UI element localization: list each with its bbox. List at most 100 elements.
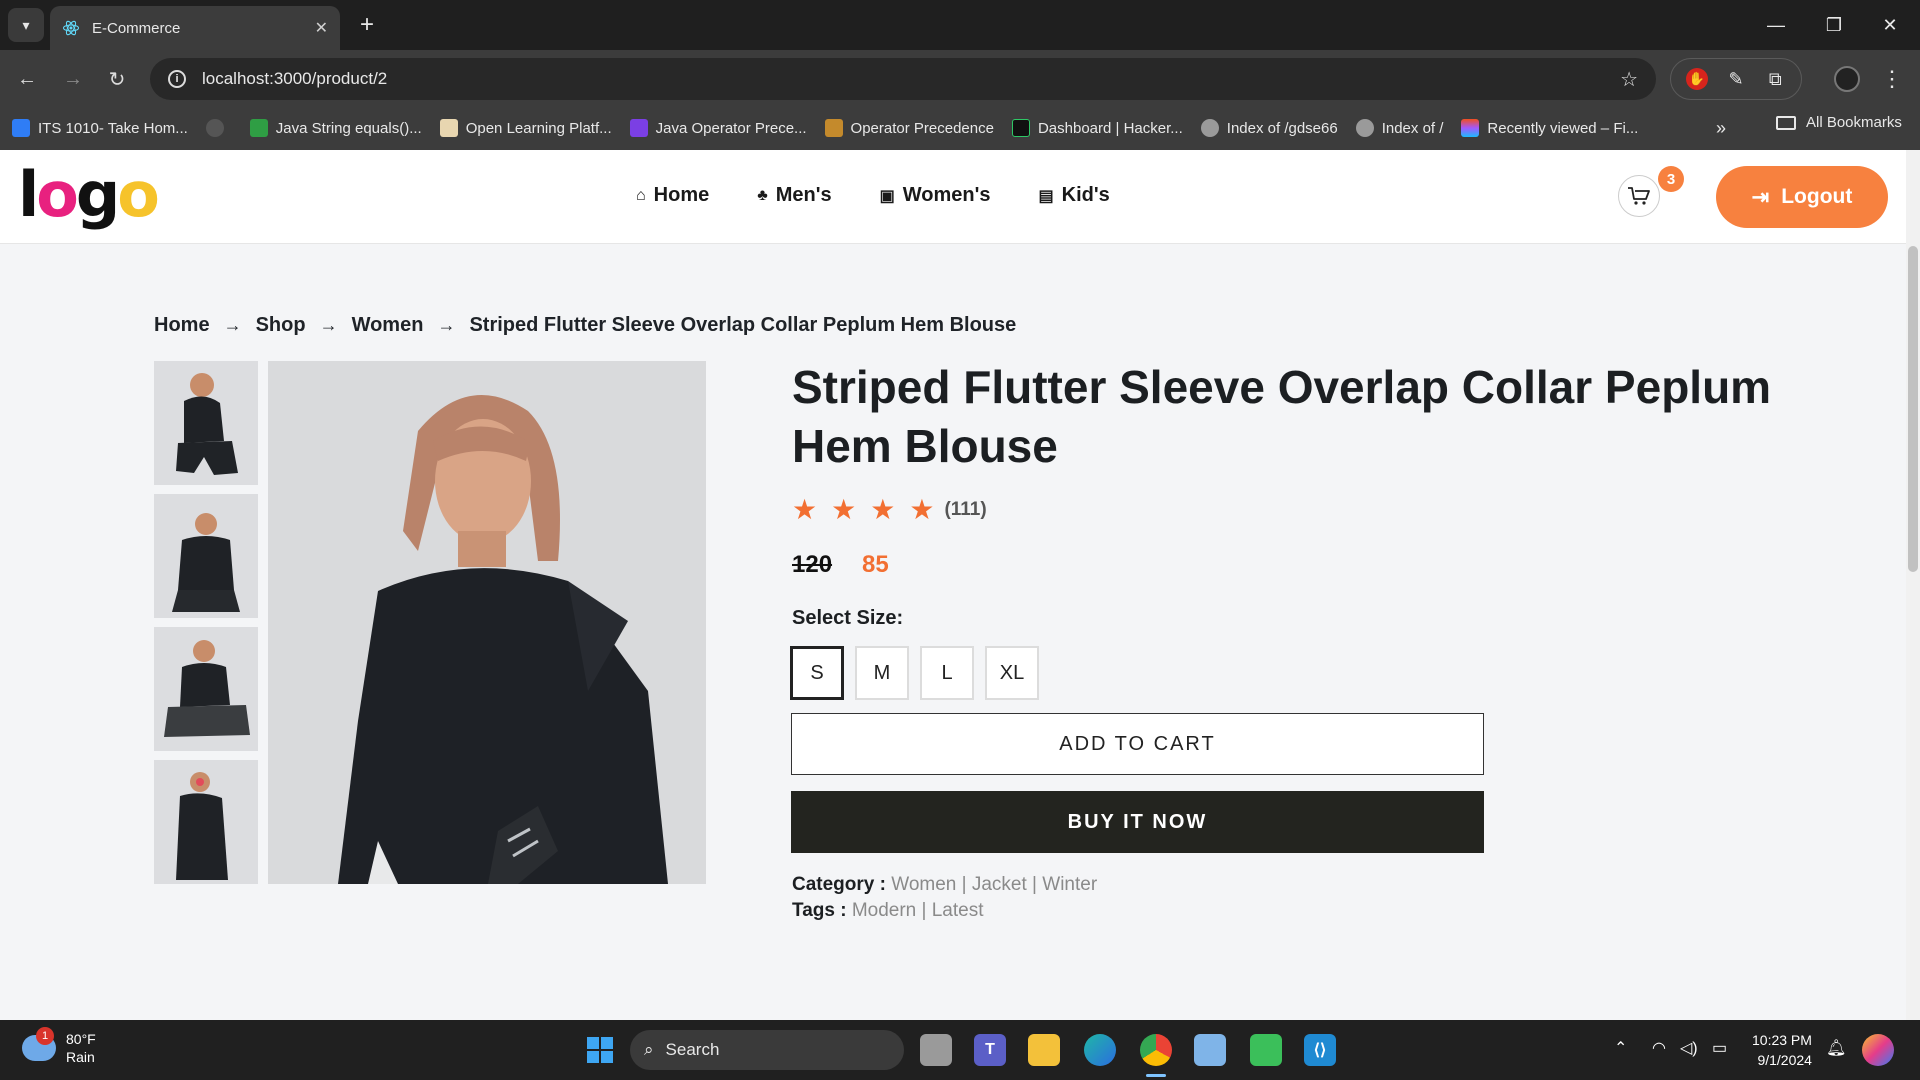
size-option-m[interactable]: M: [855, 646, 909, 700]
folder-icon: [1776, 115, 1796, 130]
weather-widget[interactable]: 1 80°F Rain: [22, 1027, 96, 1066]
browser-menu-icon[interactable]: ⋮: [1880, 62, 1904, 96]
vscode-icon[interactable]: ⟨⟩: [1304, 1034, 1336, 1066]
color-picker-extension-icon[interactable]: ✎: [1725, 68, 1747, 90]
buy-now-button[interactable]: BUY IT NOW: [791, 791, 1484, 853]
product-title: Striped Flutter Sleeve Overlap Collar Pe…: [792, 361, 1772, 472]
logout-button[interactable]: ⇥ Logout: [1716, 166, 1888, 228]
bookmark-item[interactable]: Dashboard | Hacker...: [1011, 119, 1183, 137]
model-photo: [154, 760, 258, 884]
extensions-puzzle-icon[interactable]: ⧉: [1764, 68, 1786, 90]
product-thumbnail[interactable]: [154, 627, 258, 751]
notification-bell-icon[interactable]: 🔔︎: [1826, 1038, 1846, 1058]
task-view-icon[interactable]: [920, 1034, 952, 1066]
product-thumbnail[interactable]: [154, 361, 258, 485]
close-window-button[interactable]: ✕: [1870, 8, 1910, 42]
cart-button[interactable]: [1618, 175, 1660, 217]
nav-home[interactable]: ⌂ Home: [636, 184, 709, 207]
search-icon: ⌕: [644, 1040, 654, 1059]
product-tags: Tags : Modern | Latest: [792, 900, 984, 922]
bookmark-item[interactable]: Recently viewed – Fi...: [1461, 119, 1638, 137]
tray-chevron-icon[interactable]: ⌃: [1614, 1038, 1627, 1058]
temperature: 80°F: [66, 1031, 96, 1047]
new-tab-button[interactable]: +: [352, 10, 382, 40]
size-option-xl[interactable]: XL: [985, 646, 1039, 700]
battery-icon[interactable]: ▭: [1712, 1038, 1727, 1058]
taskbar-search[interactable]: ⌕ Search: [630, 1030, 904, 1070]
bookmark-item[interactable]: Open Learning Platf...: [439, 119, 612, 137]
bookmark-star-icon[interactable]: ☆: [1620, 67, 1638, 92]
size-option-l[interactable]: L: [920, 646, 974, 700]
category-label: Category :: [792, 874, 886, 895]
size-option-s[interactable]: S: [790, 646, 844, 700]
restore-button[interactable]: ❐: [1814, 8, 1854, 42]
more-bookmarks-chevron-icon[interactable]: »: [1716, 118, 1726, 139]
model-photo: [154, 627, 258, 751]
photos-app-icon[interactable]: [1194, 1034, 1226, 1066]
browser-toolbar: ← → ↻ i localhost:3000/product/2 ☆ ✋ ✎ ⧉: [0, 50, 1920, 106]
scrollbar-thumb[interactable]: [1908, 246, 1918, 572]
women-icon: ▣: [879, 187, 895, 205]
bookmarks-bar: ITS 1010- Take Hom... Java String equals…: [0, 106, 1920, 150]
breadcrumb-shop[interactable]: Shop: [256, 314, 306, 337]
tags-label: Tags :: [792, 900, 847, 921]
close-tab-icon[interactable]: ✕: [315, 18, 328, 38]
bookmark-item[interactable]: Java String equals()...: [249, 119, 422, 137]
product-thumbnail[interactable]: [154, 760, 258, 884]
chrome-icon[interactable]: [1140, 1034, 1172, 1066]
back-button[interactable]: ←: [10, 62, 44, 96]
nav-mens[interactable]: ♣ Men's: [757, 184, 831, 207]
arrow-right-icon: →: [223, 315, 242, 335]
globe-icon: [1355, 119, 1374, 137]
add-to-cart-button[interactable]: ADD TO CART: [791, 713, 1484, 775]
product-thumbnail[interactable]: [154, 494, 258, 618]
men-icon: ♣: [757, 186, 768, 204]
profile-avatar[interactable]: [1834, 66, 1860, 92]
copilot-icon[interactable]: [1862, 1034, 1894, 1066]
rain-cloud-icon: 1: [22, 1027, 56, 1061]
arrow-right-icon: →: [437, 315, 456, 335]
bookmark-item[interactable]: Operator Precedence: [824, 119, 994, 137]
site-logo[interactable]: logo: [18, 164, 160, 226]
tags-value: Modern | Latest: [851, 900, 984, 921]
volume-icon[interactable]: ◁): [1680, 1038, 1698, 1058]
bookmark-item[interactable]: Java Operator Prece...: [629, 119, 807, 137]
nav-kids[interactable]: ▤ Kid's: [1039, 184, 1110, 207]
breadcrumb-women[interactable]: Women: [352, 314, 424, 337]
edge-icon[interactable]: [1084, 1034, 1116, 1066]
windows-start-icon[interactable]: [584, 1034, 616, 1066]
active-app-indicator: [1146, 1074, 1166, 1077]
all-bookmarks-button[interactable]: All Bookmarks: [1776, 114, 1902, 131]
tab-search-button[interactable]: ▾: [8, 8, 44, 42]
bookmark-item[interactable]: [205, 119, 232, 137]
nav-womens[interactable]: ▣ Women's: [880, 184, 991, 207]
bookmark-item[interactable]: Index of /gdse66: [1200, 119, 1338, 137]
page-scrollbar[interactable]: [1906, 150, 1920, 1020]
file-explorer-icon[interactable]: [1028, 1034, 1060, 1066]
wifi-icon[interactable]: ◠: [1652, 1038, 1666, 1058]
star-icon: ★: [870, 494, 896, 525]
taskbar-clock[interactable]: 10:23 PM 9/1/2024: [1752, 1030, 1812, 1070]
active-tab[interactable]: E-Commerce ✕: [50, 6, 340, 50]
hackerrank-icon: [1011, 119, 1030, 137]
tab-title: E-Commerce: [92, 19, 181, 37]
select-size-label: Select Size:: [792, 607, 904, 629]
adblock-extension-icon[interactable]: ✋: [1685, 68, 1708, 90]
bookmark-item[interactable]: ITS 1010- Take Hom...: [12, 119, 188, 137]
teams-icon[interactable]: T: [974, 1034, 1006, 1066]
main-nav: ⌂ Home ♣ Men's ▣ Women's ▤ Kid's: [636, 184, 1110, 207]
model-photo: [268, 361, 706, 884]
minimize-button[interactable]: —: [1756, 8, 1796, 42]
bookmark-item[interactable]: Index of /: [1355, 119, 1443, 137]
product-rating: ★ ★ ★ ★ (111): [792, 496, 987, 524]
breadcrumb-home[interactable]: Home: [154, 314, 210, 337]
reload-button[interactable]: ↻: [100, 62, 134, 96]
forward-button[interactable]: →: [56, 62, 90, 96]
thumbnail-list: [154, 361, 258, 893]
app-icon[interactable]: [1250, 1034, 1282, 1066]
arrow-right-icon: →: [319, 315, 338, 335]
address-bar[interactable]: i localhost:3000/product/2 ☆: [150, 58, 1656, 100]
original-price: 120: [792, 551, 833, 578]
review-count: (111): [944, 499, 987, 520]
site-info-icon[interactable]: i: [168, 70, 186, 88]
